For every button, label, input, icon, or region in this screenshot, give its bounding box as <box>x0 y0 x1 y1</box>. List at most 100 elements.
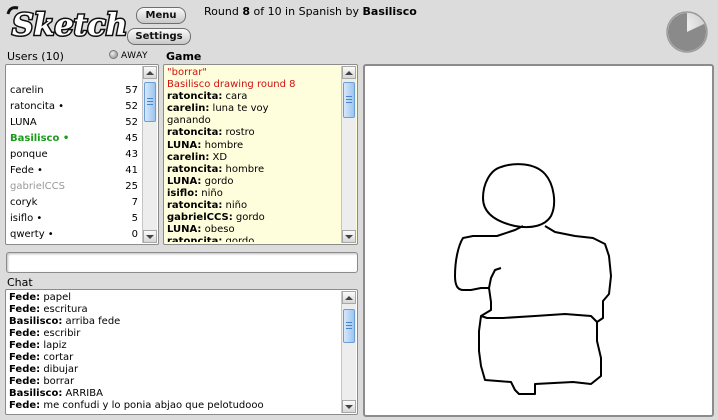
game-log-line: carelin: luna te voy <box>167 103 339 115</box>
game-log-line: ratoncita: gordo <box>167 236 339 242</box>
settings-button[interactable]: Settings <box>127 28 191 45</box>
message-text: escritura <box>40 304 88 315</box>
message-text: Basilisco drawing round 8 <box>167 79 296 91</box>
scroll-down-arrow-icon[interactable] <box>342 230 356 243</box>
chat-line: Basilisco: arriba fede <box>9 316 339 328</box>
game-log-line: ratoncita: cara <box>167 91 339 103</box>
chat-line: Fede: cortar <box>9 352 339 364</box>
user-name: ratoncita • <box>10 101 65 112</box>
message-text: hombre <box>201 139 244 151</box>
user-row[interactable]: Basilisco • 45 <box>9 131 140 147</box>
away-radio-icon[interactable] <box>109 50 118 59</box>
drawing-stroke-arm <box>488 267 502 289</box>
chat-line: Fede: borrar <box>9 376 339 388</box>
user-row[interactable]: ratoncita • 52 <box>9 99 140 115</box>
chat-line: Basilisco: ARRIBA <box>9 388 339 400</box>
scroll-up-arrow-icon[interactable] <box>342 66 356 79</box>
user-score: 43 <box>125 149 138 160</box>
user-score: 7 <box>131 197 138 208</box>
user-row[interactable]: qwerty • 0 <box>9 227 140 242</box>
message-text: gordo <box>222 236 255 242</box>
message-author: LUNA: <box>167 139 202 151</box>
user-row[interactable]: coryk 7 <box>9 195 140 211</box>
user-score: 25 <box>125 181 138 192</box>
message-author: Fede: <box>9 364 41 375</box>
user-row[interactable]: ponque 43 <box>9 147 140 163</box>
user-name: coryk <box>10 197 38 208</box>
user-score: 52 <box>125 101 138 112</box>
user-name: carelin <box>10 85 44 96</box>
scroll-up-arrow-icon[interactable] <box>143 66 157 79</box>
game-log-line: ratoncita: hombre <box>167 164 339 176</box>
game-log-line: carelin: XD <box>167 152 339 164</box>
user-name: isiflo • <box>10 213 43 224</box>
chat-line: Fede: dibujar <box>9 364 339 376</box>
game-log-line: ratoncita: rostro <box>167 127 339 139</box>
message-text: "borrar" <box>167 67 207 78</box>
user-row[interactable]: carelin 57 <box>9 83 140 99</box>
game-header: Game <box>166 50 202 63</box>
message-author: Fede: <box>9 376 41 387</box>
away-toggle[interactable]: AWAY <box>109 50 148 61</box>
user-name: Basilisco • <box>10 133 70 144</box>
game-log-line: ratoncita: niño <box>167 200 339 212</box>
message-author: LUNA: <box>167 175 202 187</box>
drawing-canvas[interactable] <box>363 64 714 417</box>
message-text: papel <box>40 292 72 303</box>
message-author: Fede: <box>9 352 41 363</box>
logo-text: Sketch <box>12 8 127 43</box>
message-text: arriba fede <box>62 316 121 327</box>
user-score: 41 <box>125 165 138 176</box>
user-name: LUNA <box>10 117 37 128</box>
scroll-down-arrow-icon[interactable] <box>143 230 157 243</box>
away-label: AWAY <box>121 51 149 61</box>
message-text: cara <box>222 91 248 103</box>
message-text: niño <box>198 187 223 199</box>
message-author: Fede: <box>9 328 41 339</box>
user-row[interactable]: isiflo • 5 <box>9 211 140 227</box>
users-scrollbar[interactable] <box>142 66 157 243</box>
user-row[interactable]: LUNA 52 <box>9 115 140 131</box>
users-header: Users (10) <box>7 50 64 63</box>
user-score: 5 <box>131 213 138 224</box>
message-author: Fede: <box>9 340 41 351</box>
chat-header: Chat <box>7 276 33 289</box>
game-log-line: "borrar" <box>167 67 339 79</box>
message-author: gabrielCCS: <box>167 212 233 224</box>
chat-panel: Fede: papel Fede: escritura Basilisco: arr… <box>5 289 358 415</box>
drawing-stroke-head <box>482 163 556 229</box>
message-text: gordo <box>232 212 265 224</box>
guess-input[interactable] <box>6 252 358 273</box>
chat-scrollbar[interactable] <box>341 291 356 413</box>
chat-log: Fede: papel Fede: escritura Basilisco: arr… <box>9 292 339 412</box>
game-log: "borrar" Basilisco drawing round 8 ratonci… <box>167 67 339 242</box>
message-text: dibujar <box>40 364 79 375</box>
user-score: 0 <box>131 229 138 240</box>
scroll-up-arrow-icon[interactable] <box>342 291 356 304</box>
round-info: Round 8 of 10 in Spanish by Basilisco <box>204 5 417 18</box>
game-scrollbar[interactable] <box>341 66 356 243</box>
user-score: 57 <box>125 85 138 96</box>
menu-button[interactable]: Menu <box>136 7 186 24</box>
game-log-line: gabrielCCS: gordo <box>167 212 339 224</box>
game-scroll-thumb[interactable] <box>343 82 355 118</box>
message-author: LUNA: <box>167 224 202 236</box>
user-name: Fede • <box>10 165 43 176</box>
chat-line: Fede: escribir <box>9 328 339 340</box>
game-log-line: LUNA: hombre <box>167 140 339 152</box>
message-author: isiflo: <box>167 187 199 199</box>
chat-line: Fede: me confudi y lo ponia abjao que pe… <box>9 400 339 412</box>
game-log-line: ganando <box>167 115 339 127</box>
message-author: Fede: <box>9 400 41 411</box>
message-text: luna te voy <box>209 103 269 115</box>
chat-scroll-thumb[interactable] <box>343 309 355 343</box>
scroll-down-arrow-icon[interactable] <box>342 400 356 413</box>
user-score: 52 <box>125 117 138 128</box>
user-row[interactable]: gabrielCCS 25 <box>9 179 140 195</box>
user-row[interactable]: Fede • 41 <box>9 163 140 179</box>
users-list: carelin 57 ratoncita • 52 LUNA 52 Basilisco • 4… <box>9 83 140 242</box>
users-scroll-thumb[interactable] <box>144 82 156 122</box>
game-log-line: LUNA: gordo <box>167 176 339 188</box>
user-name: gabrielCCS <box>10 181 65 192</box>
round-timer-icon <box>665 10 709 54</box>
